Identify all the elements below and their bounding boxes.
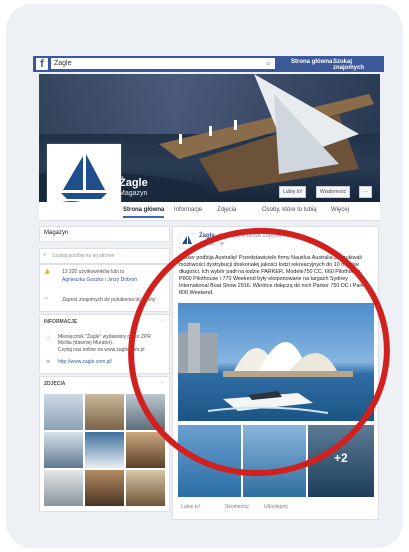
post-search-input[interactable]: ⌕ Szukaj postów na tej stronie	[39, 248, 170, 264]
info-icon: ⓘ	[46, 336, 52, 342]
photo-thumbnail[interactable]	[85, 394, 124, 430]
facebook-top-bar: f Żagle ⌕ Strona główna Szukaj znajomych	[33, 56, 384, 72]
photo-thumbnail[interactable]	[44, 394, 83, 430]
category-label: Magazyn	[44, 230, 69, 236]
share-button[interactable]: Udostępnij	[264, 504, 288, 510]
likes-friends[interactable]: Agnieszka Goszko i Jerzy Dobroń	[62, 277, 137, 283]
search-icon[interactable]: ⌕	[267, 58, 271, 69]
photo-thumbnail[interactable]	[44, 470, 83, 506]
nav-find-friends-link[interactable]: Szukaj znajomych	[333, 59, 384, 71]
info-header: INFORMACJE	[44, 319, 78, 325]
facebook-logo-icon[interactable]: f	[36, 58, 48, 70]
nav-home-link[interactable]: Strona główna	[291, 59, 332, 65]
likes-count: 12 220 użytkowników lubi to	[62, 269, 125, 275]
page-category: Magazyn	[119, 190, 148, 197]
more-options-button[interactable]: ···	[359, 186, 372, 198]
invite-icon: ✉	[44, 296, 49, 302]
search-value: Żagle	[54, 60, 72, 67]
message-button[interactable]: Wiadomość	[316, 186, 351, 198]
tab-more[interactable]: Więcej	[331, 207, 349, 213]
post-search-placeholder: Szukaj postów na tej stronie	[52, 253, 115, 259]
globe-icon: ⊕	[46, 359, 51, 365]
category-box: Magazyn	[39, 226, 170, 242]
comment-button[interactable]: Skomentuj	[225, 504, 249, 510]
thumbs-up-icon: 👍	[44, 269, 51, 275]
photo-thumbnail[interactable]	[126, 470, 165, 506]
page-title: Żagle	[119, 177, 148, 189]
tab-about[interactable]: Informacje	[174, 207, 202, 213]
photos-header: ZDJĘCIA	[44, 381, 66, 387]
tab-photos[interactable]: Zdjęcia	[217, 207, 236, 213]
page-tabs: Strona główna Informacje Zdjęcia Osoby, …	[39, 202, 380, 221]
search-input[interactable]: Żagle ⌕	[51, 58, 275, 69]
photo-thumbnail[interactable]	[85, 432, 124, 468]
tab-likes[interactable]: Osoby, które to lubią	[262, 207, 317, 213]
photo-thumbnail[interactable]	[85, 470, 124, 506]
photo-thumbnail[interactable]	[126, 432, 165, 468]
search-icon: ⌕	[43, 252, 47, 258]
more-photos-count: +2	[334, 451, 348, 465]
website-link[interactable]: http://www.zagle.com.pl/	[58, 359, 112, 365]
tab-home[interactable]: Strona główna	[123, 207, 165, 218]
photo-thumbnail[interactable]	[44, 432, 83, 468]
like-page-button[interactable]: Lubię to!	[279, 186, 307, 198]
like-button[interactable]: Lubię to!	[181, 504, 200, 510]
